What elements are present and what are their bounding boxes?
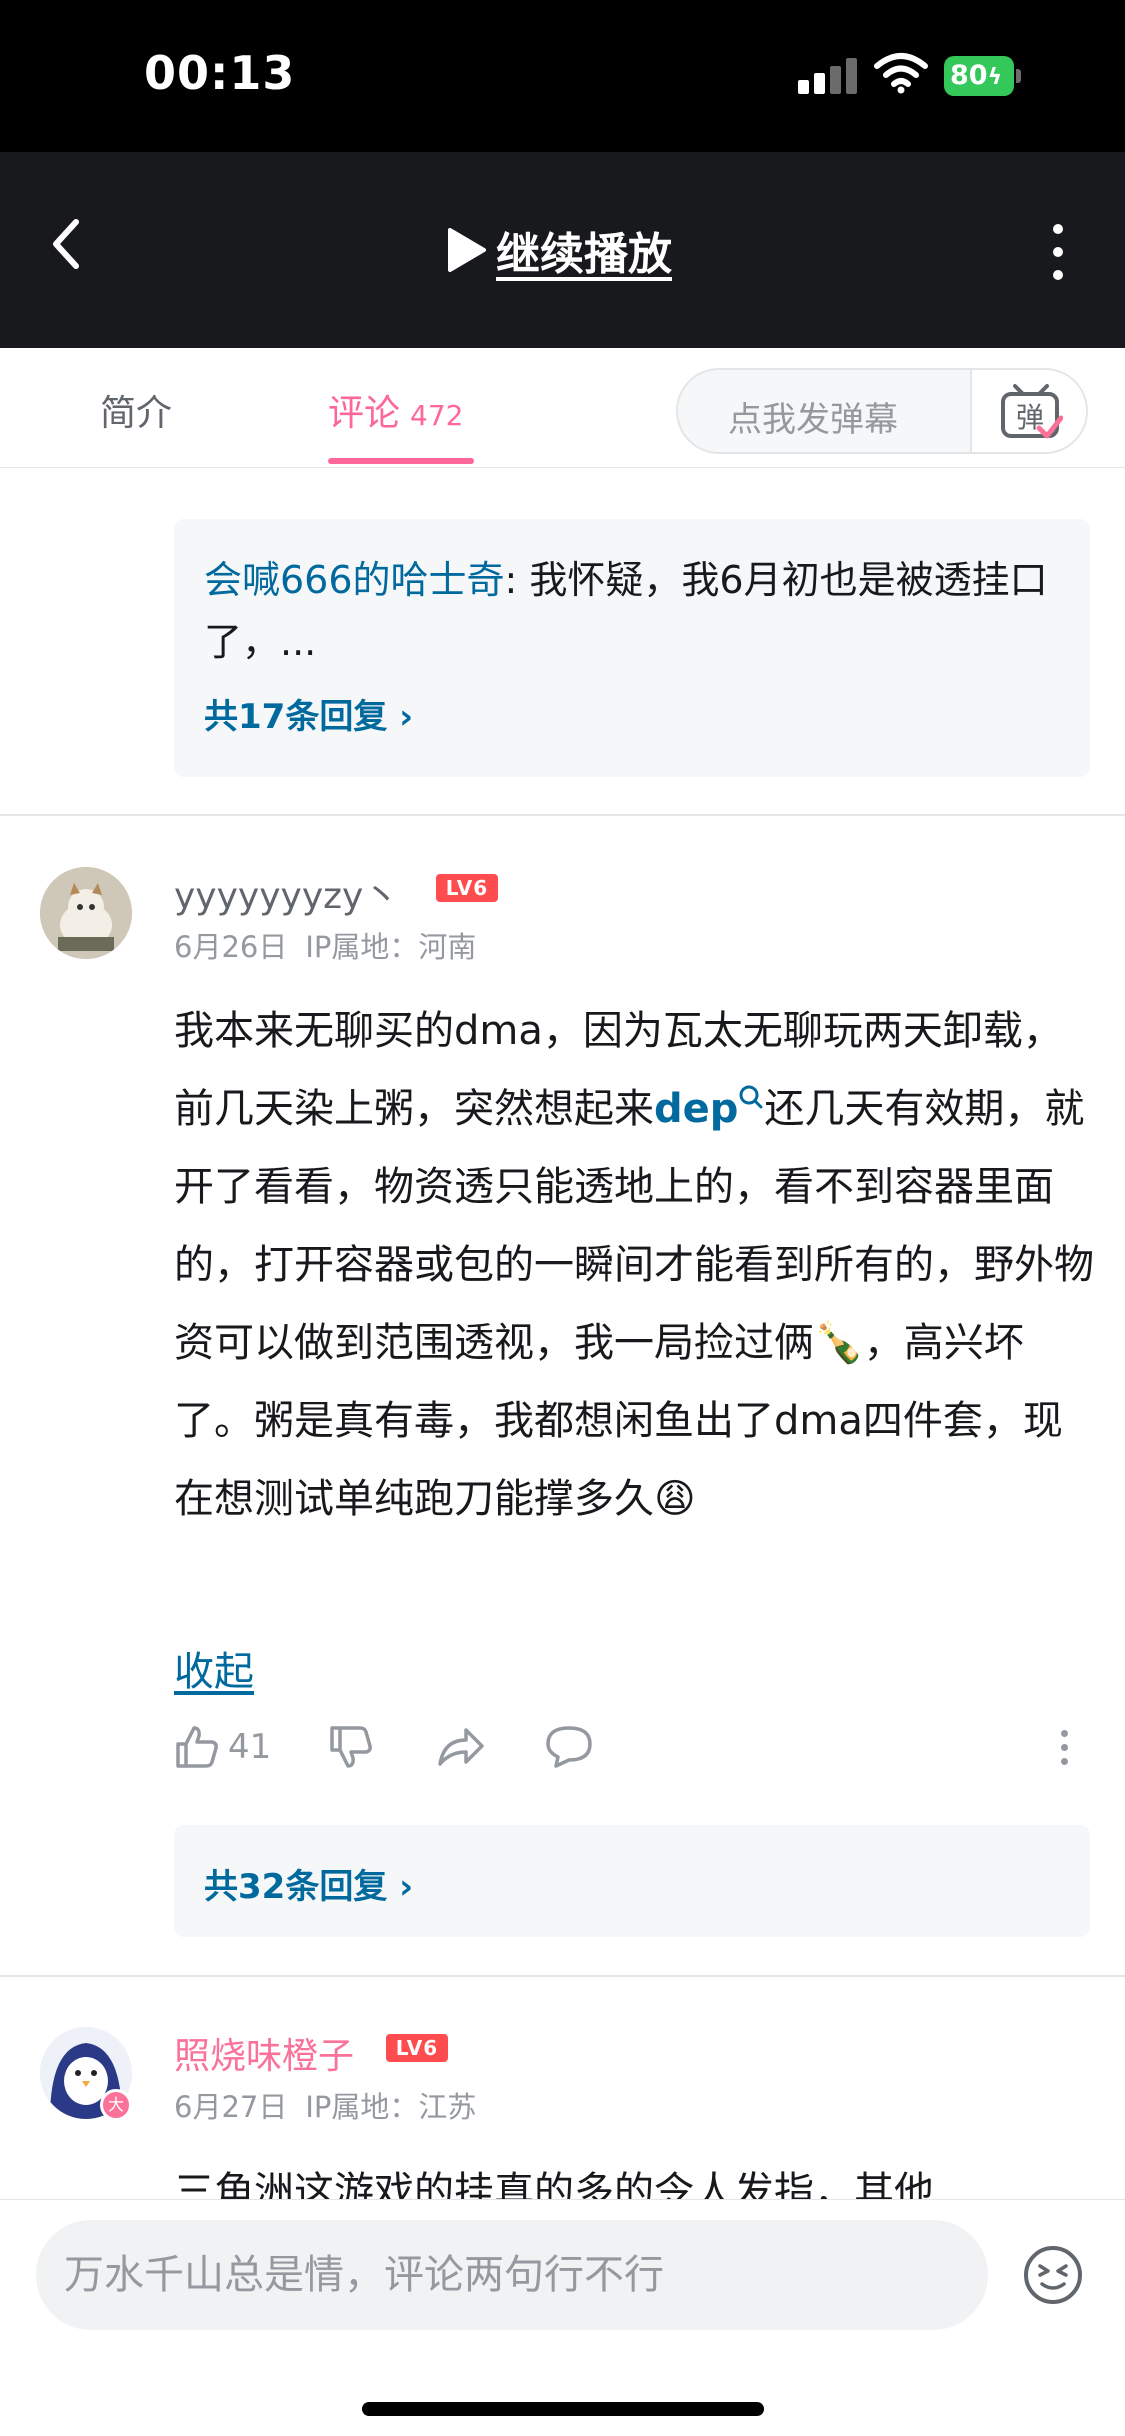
comment-more-icon[interactable] [1054,1730,1074,1765]
comment-list: 会喊666的哈士奇: 我怀疑，我6月初也是被透挂口了，... 共17条回复 › … [0,469,1125,2199]
status-bar: 00:13 80ϟ [0,0,1125,152]
comment-text-part2: 还几天有效期，就开了看看，物资透只能透地上的，看不到容器里面的，打开容器或包的一… [174,1086,1094,1522]
danmaku-toggle-button[interactable]: 弹 [970,370,1086,452]
vip-badge-icon: 大 [100,2089,132,2121]
divider [0,1975,1125,1977]
tab-comments-label: 评论 [328,393,401,434]
back-icon[interactable] [46,214,86,274]
comment-text: 我本来无聊买的dma，因为瓦太无聊玩两天卸载，前几天染上粥，突然想起来dep 还几… [174,992,1094,1538]
like-button[interactable]: 41 [174,1724,271,1770]
reply-preview[interactable]: 会喊666的哈士奇: 我怀疑，我6月初也是被透挂口了，... 共17条回复 › [174,519,1090,777]
level-badge: LV6 [386,2034,448,2062]
tab-active-indicator [328,458,474,464]
cellular-signal-icon [798,58,858,94]
comment-input[interactable]: 万水千山总是情，评论两句行不行 [36,2220,988,2330]
comment-date: 6月27日 [174,2090,288,2124]
battery-icon: 80ϟ [944,56,1021,96]
battery-level: 80 [950,60,988,91]
view-replies-link[interactable]: 共17条回复 › [204,689,413,738]
more-icon[interactable] [1050,224,1066,280]
reply-snippet: 会喊666的哈士奇: 我怀疑，我6月初也是被透挂口了，... [204,549,1064,673]
tab-comments[interactable]: 评论 472 [328,384,463,436]
continue-play-button[interactable]: 继续播放 [444,218,672,282]
danmaku-entry[interactable]: 点我发弹幕 弹 [676,368,1088,454]
comment-date: 6月26日 [174,930,288,964]
comment-ip: IP属地：江苏 [305,2090,477,2124]
search-keyword-link[interactable]: dep [654,1085,764,1132]
tab-bar: 简介 评论 472 点我发弹幕 弹 [0,348,1125,468]
reply-icon [546,1726,592,1768]
comment-text: 三角洲这游戏的挂真的多的令人发指，其他 [174,2169,934,2199]
reply-button[interactable] [544,1724,594,1770]
reply-username[interactable]: 会喊666的哈士奇 [204,558,505,602]
player-bar: 继续播放 [0,152,1125,348]
like-icon [176,1726,218,1768]
dislike-button[interactable] [328,1724,374,1770]
comment-ip: IP属地：河南 [305,930,477,964]
search-keyword-label: dep [654,1086,739,1132]
divider [0,814,1125,816]
continue-play-label: 继续播放 [496,229,672,280]
play-icon [448,228,486,272]
comment-meta: 6月27日 IP属地：江苏 [174,2084,494,2126]
reply-preview[interactable]: 共32条回复 › [174,1825,1090,1937]
comment-input-bar: 万水千山总是情，评论两句行不行 [0,2199,1125,2436]
comment-username[interactable]: yyyyyyyzy丶 [174,867,399,919]
wifi-icon [874,53,928,94]
dislike-icon [330,1726,372,1768]
collapse-link[interactable]: 收起 [174,1639,254,1697]
comment-username[interactable]: 照烧味橙子 [174,2027,354,2079]
tab-comments-count: 472 [410,399,464,432]
view-replies-link[interactable]: 共32条回复 › [204,1859,413,1908]
share-icon [438,1728,484,1766]
home-indicator [362,2402,764,2416]
comment-actions: 41 [174,1724,1094,1784]
emoji-icon[interactable] [1022,2244,1084,2306]
tab-intro[interactable]: 简介 [100,384,172,436]
share-button[interactable] [436,1724,486,1770]
comment-meta: 6月26日 IP属地：河南 [174,924,494,966]
danmaku-input[interactable]: 点我发弹幕 [728,392,898,441]
level-badge: LV6 [436,874,498,902]
search-icon [739,1085,763,1109]
danmaku-icon: 弹 [1001,384,1063,439]
like-count: 41 [228,1727,272,1767]
avatar[interactable] [40,867,132,959]
status-time: 00:13 [144,46,296,100]
cat-avatar-icon [40,867,132,959]
